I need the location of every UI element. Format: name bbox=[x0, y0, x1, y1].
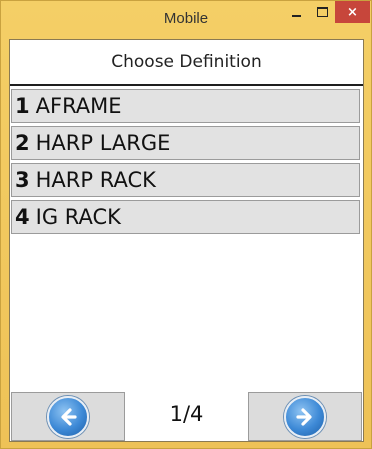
previous-page-button[interactable] bbox=[11, 392, 125, 441]
item-label: HARP LARGE bbox=[35, 131, 171, 155]
definition-item-aframe[interactable]: 1 AFRAME bbox=[11, 89, 360, 123]
maximize-icon bbox=[316, 7, 328, 17]
arrow-right-circle-icon bbox=[284, 395, 326, 438]
next-page-button[interactable] bbox=[248, 392, 362, 441]
maximize-button[interactable] bbox=[309, 1, 335, 23]
item-number: 3 bbox=[15, 168, 30, 192]
title-bar[interactable]: Mobile × bbox=[1, 1, 371, 37]
definition-item-ig-rack[interactable]: 4 IG RACK bbox=[11, 200, 360, 234]
minimize-button[interactable] bbox=[283, 1, 309, 23]
minimize-icon bbox=[291, 15, 301, 17]
definition-panel: Choose Definition 1 AFRAME 2 HARP LARGE … bbox=[9, 39, 364, 442]
item-number: 1 bbox=[15, 94, 30, 118]
item-number: 4 bbox=[15, 205, 30, 229]
pagination-bar: 1/4 bbox=[10, 392, 363, 441]
definition-item-harp-large[interactable]: 2 HARP LARGE bbox=[11, 126, 360, 160]
dialog-heading: Choose Definition bbox=[10, 40, 363, 86]
page-indicator: 1/4 bbox=[169, 402, 204, 426]
app-window: Mobile × Choose Definition 1 AFRAME 2 HA… bbox=[0, 0, 372, 449]
arrow-left-circle-icon bbox=[47, 395, 89, 438]
definition-item-harp-rack[interactable]: 3 HARP RACK bbox=[11, 163, 360, 197]
close-icon: × bbox=[347, 4, 358, 20]
close-button[interactable]: × bbox=[335, 1, 370, 23]
item-label: HARP RACK bbox=[35, 168, 156, 192]
item-label: IG RACK bbox=[35, 205, 121, 229]
item-label: AFRAME bbox=[35, 94, 122, 118]
item-number: 2 bbox=[15, 131, 30, 155]
